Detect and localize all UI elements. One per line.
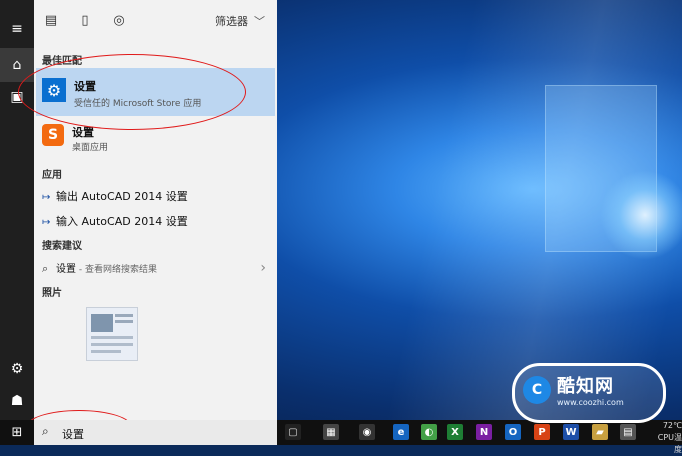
app-item[interactable]: ↦ 输出 AutoCAD 2014 设置: [42, 188, 188, 204]
watermark-title: 酷知网: [557, 376, 614, 397]
app-label: 输入 AutoCAD 2014 设置: [56, 215, 188, 228]
app-icon[interactable]: ◉: [359, 424, 375, 440]
thumb-line: [91, 343, 133, 346]
thumb-line: [91, 350, 121, 353]
tray-label: CPU温度: [657, 433, 682, 454]
cpu-temp-tray: 72℃ CPU温度: [654, 420, 682, 454]
start-sidebar: ≡ ⌂ ▣ ⚙ ☗: [0, 0, 34, 420]
file-explorer-icon[interactable]: ▰: [592, 424, 608, 440]
apps-filter-icon[interactable]: ▤: [42, 11, 60, 29]
tray-temp: 72℃: [662, 421, 682, 430]
browser-icon[interactable]: ◐: [421, 424, 437, 440]
filters-label: 筛选器: [215, 15, 248, 28]
suggestion-hint: - 查看网络搜索结果: [76, 265, 157, 275]
chevron-right-icon: ›: [260, 260, 266, 276]
taskbar-search-box[interactable]: ⌕ 设置: [34, 420, 277, 445]
coozhi-logo-icon: C: [523, 376, 551, 404]
section-search-suggestions: 搜索建议: [42, 241, 82, 252]
section-apps: 应用: [42, 170, 62, 181]
powerpoint-icon[interactable]: P: [534, 424, 550, 440]
filters-dropdown[interactable]: 筛选器 ﹀: [215, 13, 265, 29]
onenote-icon[interactable]: N: [476, 424, 492, 440]
app-label: 输出 AutoCAD 2014 设置: [56, 190, 188, 203]
word-icon[interactable]: W: [563, 424, 579, 440]
suggestion-label: 设置: [56, 264, 76, 275]
edge-icon[interactable]: e: [393, 424, 409, 440]
search-icon: ⌕: [42, 424, 49, 438]
filter-bar: ▤ ▯ ◎ 筛选器 ﹀: [34, 0, 277, 40]
windows-start-icon[interactable]: ⊞: [0, 420, 34, 445]
app-icon[interactable]: ▦: [323, 424, 339, 440]
thumb-line: [115, 320, 133, 323]
chevron-down-icon: ﹀: [254, 15, 265, 28]
app-arrow-icon: ↦: [42, 217, 51, 228]
section-photos: 照片: [42, 288, 62, 299]
excel-icon[interactable]: X: [447, 424, 463, 440]
thumb-line: [91, 336, 133, 339]
watermark-badge: C 酷知网 www.coozhi.com: [512, 363, 666, 423]
thumb-line: [115, 314, 133, 317]
app-item[interactable]: ↦ 输入 AutoCAD 2014 设置: [42, 213, 188, 229]
annotation-circle-best-match: [18, 54, 246, 130]
wallpaper-glow: [600, 170, 682, 260]
task-view-icon[interactable]: ▢: [285, 424, 301, 440]
watermark-url: www.coozhi.com: [557, 398, 624, 407]
thumb-image-block: [91, 314, 113, 332]
sogou-s-icon: S: [42, 124, 64, 146]
web-filter-icon[interactable]: ◎: [110, 11, 128, 29]
app-arrow-icon: ↦: [42, 192, 51, 203]
hamburger-icon[interactable]: ≡: [0, 12, 34, 46]
settings-gear-icon[interactable]: ⚙: [0, 352, 34, 386]
user-icon[interactable]: ☗: [0, 384, 34, 418]
search-query: 设置: [62, 428, 84, 441]
web-search-suggestion[interactable]: ⌕ 设置 - 查看网络搜索结果 ›: [42, 260, 272, 278]
document-filter-icon[interactable]: ▯: [76, 11, 94, 29]
search-icon: ⌕: [42, 262, 49, 275]
outlook-icon[interactable]: O: [505, 424, 521, 440]
photo-thumbnail[interactable]: [86, 307, 138, 361]
second-result-subtitle: 桌面应用: [72, 143, 109, 153]
app-icon[interactable]: ▤: [620, 424, 636, 440]
taskbar: ⊞ ⌕ 设置 ▢ ▦ ◉ e ◐ X N O P W ▰ ▤ 72℃ CPU温度: [0, 420, 682, 454]
